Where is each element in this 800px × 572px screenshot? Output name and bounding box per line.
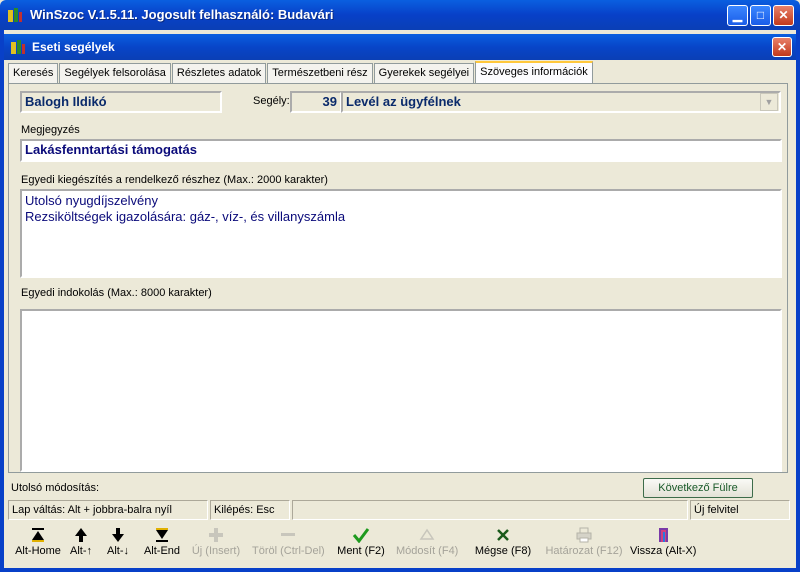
plus-icon — [209, 528, 223, 542]
client-name-field: Balogh Ildikó — [20, 91, 222, 113]
segely-type-combobox[interactable]: Levél az ügyfélnek — [341, 91, 781, 113]
cancel-button[interactable]: Mégse (F8) — [474, 524, 532, 566]
minus-icon — [281, 533, 295, 536]
dialog-app-icon — [11, 40, 25, 54]
chevron-down-icon[interactable]: ▼ — [760, 93, 778, 111]
back-exit-button[interactable]: Vissza (Alt-X) — [630, 524, 696, 566]
new-button[interactable]: Új (Insert) — [190, 524, 242, 566]
status-mode: Új felvitel — [690, 500, 790, 520]
segely-label: Segély: — [253, 95, 290, 107]
maximize-button[interactable]: □ — [750, 5, 771, 26]
printer-icon — [576, 527, 592, 543]
status-exit: Kilépés: Esc — [210, 500, 290, 520]
window-titlebar[interactable]: WinSzoc V.1.5.11. Jogosult felhasználó: … — [0, 0, 800, 30]
save-button[interactable]: Ment (F2) — [335, 524, 387, 566]
modify-button[interactable]: Módosít (F4) — [396, 524, 458, 566]
bottom-toolbar: Alt-Home Alt-↑ Alt-↓ Alt-End Új (Insert)… — [4, 524, 796, 568]
dialog-close-button[interactable]: ✕ — [772, 37, 792, 57]
triangle-icon — [419, 528, 435, 540]
tab-strip: Keresés Segélyek felsorolása Részletes a… — [8, 61, 594, 83]
last-record-button[interactable]: Alt-End — [138, 524, 186, 566]
decision-print-button[interactable]: Határozat (F12) — [544, 524, 624, 566]
next-record-button[interactable]: Alt-↓ — [101, 524, 135, 566]
next-tab-button[interactable]: Következő Fülre — [643, 478, 753, 498]
status-tab-switch: Lap váltás: Alt + jobbra-balra nyíl — [8, 500, 208, 520]
app-icon — [8, 8, 22, 22]
tab-gyerekek-segelyei[interactable]: Gyerekek segélyei — [373, 63, 475, 83]
last-icon — [156, 528, 168, 542]
first-record-button[interactable]: Alt-Home — [9, 524, 67, 566]
indokolas-textarea[interactable] — [20, 309, 782, 472]
kiegeszites-line: Rezsiköltségek igazolására: gáz-, víz-, … — [25, 209, 346, 224]
dialog-title: Eseti segélyek — [32, 40, 115, 54]
checkmark-icon — [352, 528, 370, 543]
segely-number-field: 39 — [290, 91, 342, 113]
minimize-button[interactable]: ▁ — [727, 5, 748, 26]
last-modified-label: Utolsó módosítás: — [11, 482, 100, 494]
delete-button[interactable]: Töröl (Ctrl-Del) — [252, 524, 325, 566]
status-middle — [292, 500, 688, 520]
tab-kereses[interactable]: Keresés — [8, 63, 59, 83]
window-close-button[interactable]: ✕ — [773, 5, 794, 26]
tab-termeszetbeni-resz[interactable]: Természetbeni rész — [267, 63, 373, 83]
kiegeszites-label: Egyedi kiegészítés a rendelkező részhez … — [21, 174, 328, 186]
megjegyzes-input[interactable]: Lakásfenntartási támogatás — [20, 139, 782, 162]
window-title: WinSzoc V.1.5.11. Jogosult felhasználó: … — [30, 7, 334, 22]
dialog-titlebar[interactable]: Eseti segélyek ✕ — [4, 34, 796, 60]
megjegyzes-label: Megjegyzés — [21, 124, 80, 136]
cancel-x-icon — [497, 529, 509, 541]
prev-record-button[interactable]: Alt-↑ — [64, 524, 98, 566]
down-arrow-icon — [112, 528, 124, 542]
segely-type-value: Levél az ügyfélnek — [346, 94, 461, 109]
tab-segelyek-felsorolasa[interactable]: Segélyek felsorolása — [59, 63, 171, 83]
first-icon — [32, 528, 44, 542]
exit-door-icon — [659, 528, 668, 542]
indokolas-label: Egyedi indokolás (Max.: 8000 karakter) — [21, 287, 212, 299]
kiegeszites-textarea[interactable]: Utolsó nyugdíjszelvény Rezsiköltségek ig… — [20, 189, 782, 278]
kiegeszites-line: Utolsó nyugdíjszelvény — [25, 193, 158, 208]
tab-reszletes-adatok[interactable]: Részletes adatok — [171, 63, 267, 83]
up-arrow-icon — [75, 528, 87, 542]
tab-szoveges-informaciok[interactable]: Szöveges információk — [475, 61, 593, 83]
